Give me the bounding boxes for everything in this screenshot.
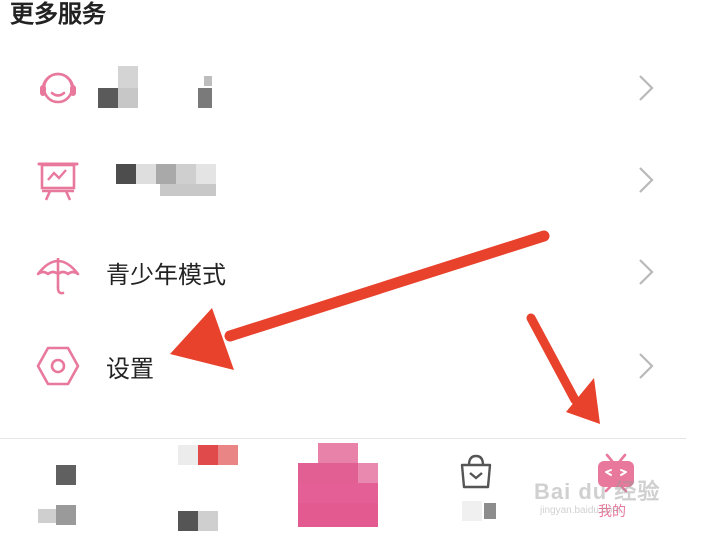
menu-item-mode[interactable]	[0, 134, 710, 226]
nav-tab-publish[interactable]	[296, 439, 386, 540]
headset-icon	[34, 64, 82, 112]
nav-tab-channel[interactable]	[160, 439, 260, 540]
pixelated-label	[116, 164, 220, 198]
chevron-right-icon	[632, 68, 660, 108]
baidu-jingyan-watermark: Bai du 经验 jingyan.baidu.com	[534, 474, 674, 524]
chevron-right-icon	[632, 160, 660, 200]
watermark-url: jingyan.baidu.com	[540, 505, 621, 516]
home-icon	[38, 465, 80, 525]
section-title: 更多服务	[10, 0, 106, 28]
right-edge-strip	[686, 0, 710, 540]
watermark-brand: Bai du 经验	[534, 479, 661, 504]
chevron-right-icon	[632, 252, 660, 292]
presentation-icon	[34, 156, 82, 204]
publish-icon	[298, 443, 380, 533]
settings-hexagon-icon	[34, 342, 82, 390]
menu-item-teen-mode[interactable]: 青少年模式	[0, 226, 710, 318]
umbrella-icon	[34, 248, 82, 296]
menu-item-label: 设置	[106, 354, 154, 383]
nav-tab-shop[interactable]	[440, 439, 520, 540]
nav-tab-home[interactable]	[20, 439, 110, 540]
channel-icon	[178, 445, 240, 531]
chevron-right-icon	[632, 346, 660, 386]
pixelated-label	[98, 66, 218, 110]
shop-bag-icon	[456, 451, 496, 491]
pixelated-label	[462, 501, 502, 521]
menu-item-settings[interactable]: 设置	[0, 320, 710, 412]
menu-item-service[interactable]	[0, 42, 710, 134]
menu-item-label: 青少年模式	[106, 260, 226, 289]
